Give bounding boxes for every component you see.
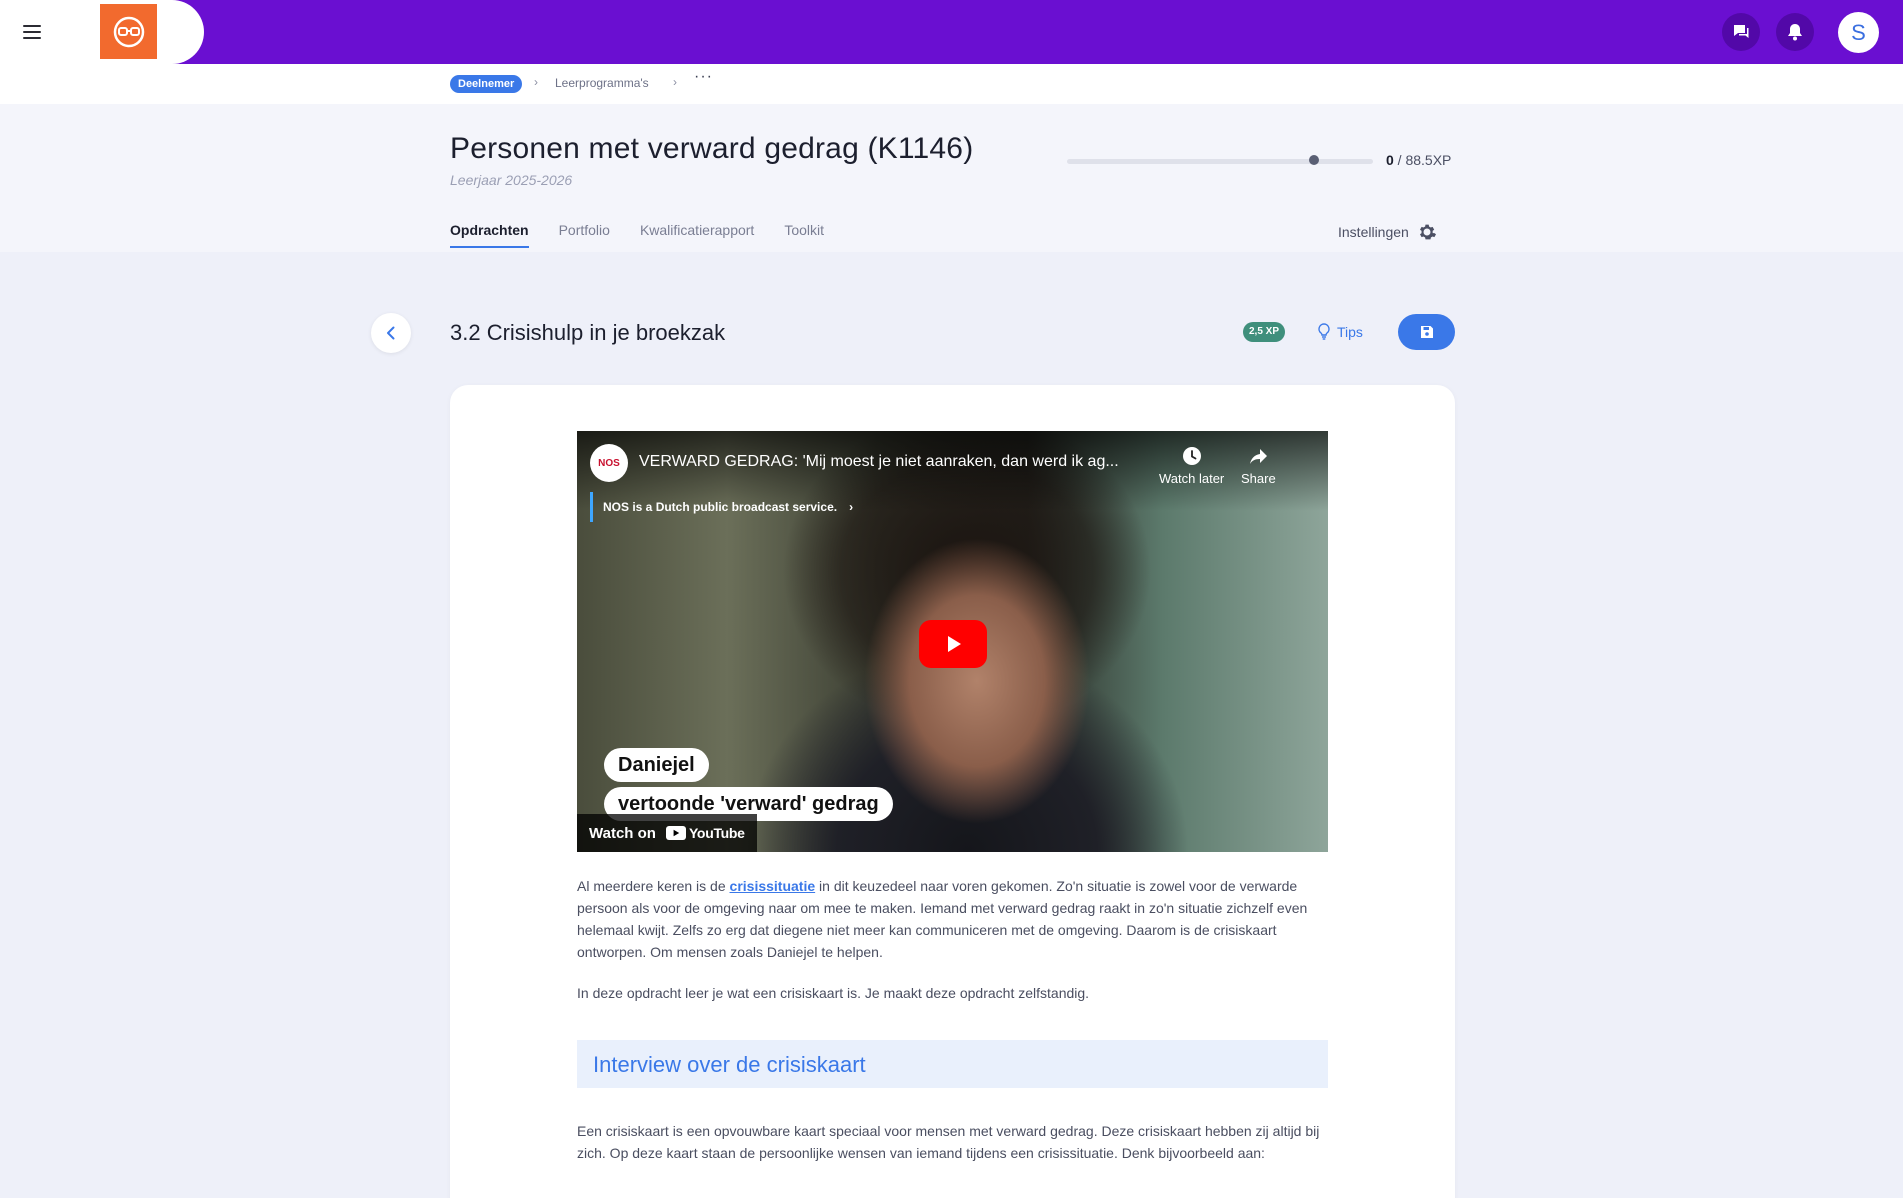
intro-text-start: Al meerdere keren is de — [577, 878, 730, 894]
settings-button[interactable]: Instellingen — [1338, 222, 1437, 242]
broadcaster-notice-text: NOS is a Dutch public broadcast service. — [603, 500, 838, 514]
share-label: Share — [1241, 471, 1276, 486]
youtube-play-icon — [665, 826, 686, 840]
youtube-logo: YouTube — [665, 825, 745, 841]
bell-icon — [1788, 24, 1802, 41]
notifications-button[interactable] — [1776, 13, 1814, 51]
video-embed[interactable]: NOS VERWARD GEDRAG: 'Mij moest je niet a… — [577, 431, 1328, 852]
chevron-right-icon: › — [849, 500, 854, 514]
chevron-left-icon — [387, 326, 395, 340]
tab-portfolio[interactable]: Portfolio — [559, 222, 610, 248]
xp-badge: 2,5 XP — [1243, 322, 1286, 342]
clock-icon — [1182, 447, 1201, 465]
intro-paragraph: Al meerdere keren is de crisissituatie i… — [577, 875, 1328, 963]
video-title[interactable]: VERWARD GEDRAG: 'Mij moest je niet aanra… — [639, 453, 1119, 471]
save-icon — [1420, 326, 1433, 338]
section-header: Interview over de crisiskaart — [577, 1040, 1328, 1088]
breadcrumb-more[interactable]: ··· — [694, 68, 713, 86]
page-title: Personen met verward gedrag (K1146) — [450, 132, 974, 165]
page-subtitle: Leerjaar 2025-2026 — [450, 172, 573, 188]
play-button[interactable] — [919, 620, 987, 668]
channel-logo[interactable]: NOS — [590, 444, 628, 482]
watch-later-label: Watch later — [1159, 471, 1225, 486]
menu-icon[interactable] — [16, 16, 48, 48]
crisissituatie-link[interactable]: crisissituatie — [730, 878, 816, 894]
share-button[interactable]: Share — [1241, 445, 1276, 486]
tab-kwalificatierapport[interactable]: Kwalificatierapport — [640, 222, 754, 248]
chevron-right-icon: › — [534, 75, 538, 89]
watch-later-button[interactable]: Watch later — [1159, 445, 1224, 486]
chat-button[interactable] — [1722, 13, 1760, 51]
tips-label: Tips — [1337, 323, 1363, 340]
tab-bar: Opdrachten Portfolio Kwalificatierapport… — [450, 222, 824, 248]
section-title: Interview over de crisiskaart — [593, 1052, 866, 1077]
video-caption-name: Daniejel — [604, 748, 709, 782]
chevron-right-icon: › — [673, 75, 677, 89]
top-bar: S — [0, 0, 1903, 64]
breadcrumb: Deelnemer › Leerprogramma's › ··· — [0, 64, 1903, 104]
back-button[interactable] — [371, 313, 411, 353]
avatar[interactable]: S — [1838, 12, 1879, 53]
youtube-wordmark: YouTube — [688, 825, 745, 841]
settings-label: Instellingen — [1338, 224, 1409, 240]
watch-on-label: Watch on — [589, 824, 656, 842]
app-logo[interactable] — [100, 4, 157, 59]
xp-counter: 0 / 88.5XP — [1386, 152, 1452, 168]
logo-area — [0, 0, 204, 64]
xp-progress-bar — [1067, 159, 1373, 164]
watch-on-youtube-button[interactable]: Watch on YouTube — [577, 814, 757, 852]
logo-icon — [113, 16, 144, 47]
broadcaster-notice[interactable]: NOS is a Dutch public broadcast service.… — [590, 492, 867, 522]
gear-icon — [1419, 224, 1436, 240]
lightbulb-icon — [1318, 323, 1330, 340]
tab-opdrachten[interactable]: Opdrachten — [450, 222, 529, 248]
instruction-paragraph: In deze opdracht leer je wat een crisisk… — [577, 985, 1090, 1001]
tab-toolkit[interactable]: Toolkit — [784, 222, 824, 248]
assignment-title: 3.2 Crisishulp in je broekzak — [450, 320, 726, 345]
xp-progress-handle — [1309, 155, 1319, 165]
breadcrumb-badge-deelnemer[interactable]: Deelnemer — [450, 75, 523, 93]
tips-button[interactable]: Tips — [1317, 323, 1363, 340]
share-icon — [1250, 449, 1268, 464]
course-header: Personen met verward gedrag (K1146) Leer… — [0, 104, 1903, 252]
crisiskaart-paragraph: Een crisiskaart is een opvouwbare kaart … — [577, 1123, 1320, 1161]
chat-icon — [1734, 25, 1749, 38]
play-icon — [948, 636, 961, 652]
save-button[interactable] — [1398, 314, 1455, 350]
breadcrumb-link-leerprogrammas[interactable]: Leerprogramma's — [555, 76, 649, 90]
